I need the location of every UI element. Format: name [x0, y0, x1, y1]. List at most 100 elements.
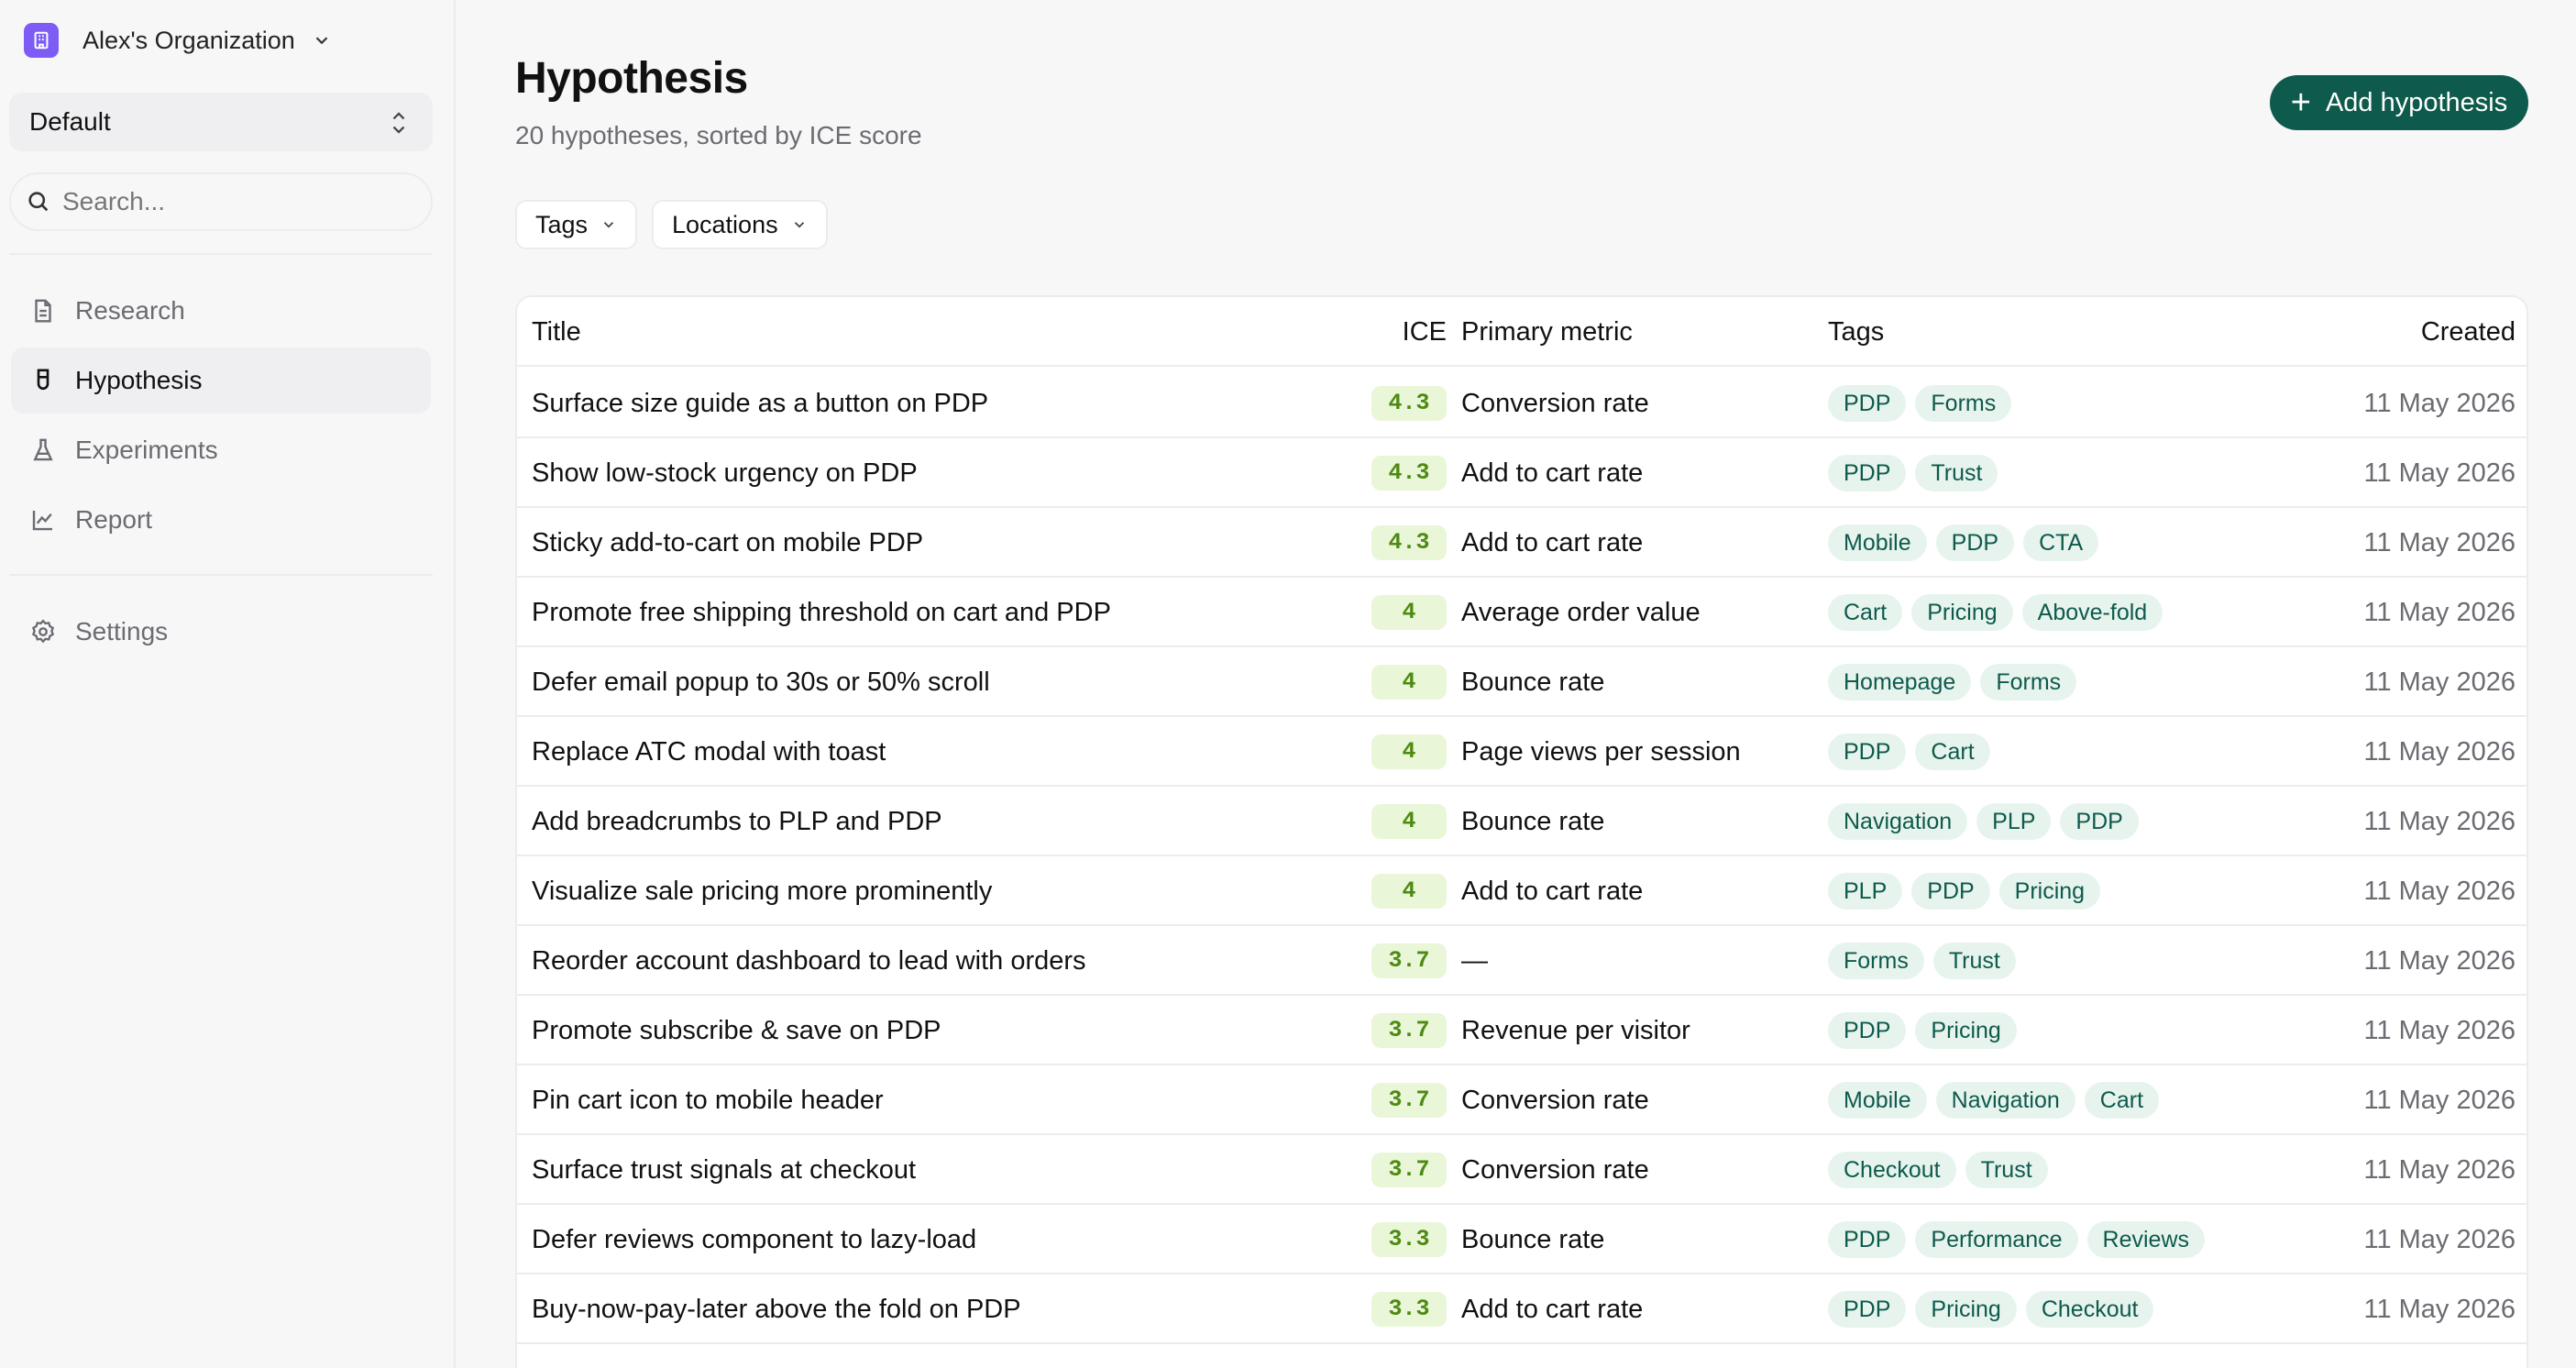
divider: [9, 574, 433, 576]
tag-pill[interactable]: CTA: [2023, 524, 2099, 561]
table-row[interactable]: Add breadcrumbs to PLP and PDP 4 Bounce ra…: [517, 787, 2526, 856]
ice-cell: 3.3: [1355, 1274, 1447, 1344]
row-created-date: 11 May 2026: [2363, 876, 2515, 906]
row-title: Surface trust signals at checkout: [532, 1154, 917, 1185]
table-row[interactable]: Surface trust signals at checkout 3.7 Conv…: [517, 1135, 2526, 1205]
table-row[interactable]: Defer reviews component to lazy-load 3.3 B…: [517, 1205, 2526, 1274]
tags-filter[interactable]: Tags: [515, 200, 638, 249]
table-row[interactable]: Buy-now-pay-later above the fold on PDP 3…: [517, 1274, 2526, 1344]
row-tags: PDP Pricing Checkout: [1828, 1274, 2163, 1344]
tag-pill[interactable]: Navigation: [1828, 803, 1968, 840]
tag-pill[interactable]: Forms: [1828, 943, 1924, 979]
tag-pill[interactable]: PLP: [1976, 803, 2052, 840]
row-tags: PLP PDP Pricing: [1828, 856, 2109, 926]
table-header: Title ICE Primary metric Tags Created: [517, 297, 2526, 367]
table-row[interactable]: Replace ATC modal with toast 4 Page views …: [517, 717, 2526, 787]
ice-score-badge: 3.7: [1371, 943, 1447, 978]
table-row[interactable]: Show low-stock urgency on PDP 4.3 Add to c…: [517, 438, 2526, 508]
tag-pill[interactable]: Pricing: [1911, 594, 2013, 631]
column-header-title[interactable]: Title: [532, 297, 581, 367]
table-row[interactable]: Sticky add-to-cart on mobile PDP 4.3 Add t…: [517, 508, 2526, 578]
tag-pill[interactable]: Performance: [1915, 1221, 2078, 1258]
ice-cell: 4: [1355, 647, 1447, 717]
tag-pill[interactable]: Above-fold: [2021, 594, 2163, 631]
add-hypothesis-label: Add hypothesis: [2325, 87, 2508, 117]
tag-pill[interactable]: Homepage: [1828, 664, 1972, 701]
tag-pill[interactable]: PDP: [1828, 385, 1907, 422]
column-header-tags[interactable]: Tags: [1828, 297, 1884, 367]
hypothesis-table: Title ICE Primary metric Tags Created Su…: [515, 295, 2528, 1368]
tag-pill[interactable]: Checkout: [1828, 1152, 1956, 1188]
locations-filter[interactable]: Locations: [652, 200, 828, 249]
tag-pill[interactable]: Checkout: [2025, 1291, 2154, 1328]
ice-score-badge: 4.3: [1371, 525, 1447, 560]
tag-pill[interactable]: PDP: [1828, 1012, 1907, 1049]
nav-item-research[interactable]: Research: [11, 278, 431, 344]
row-primary-metric: Conversion rate: [1461, 388, 1649, 418]
tag-pill[interactable]: Pricing: [1915, 1012, 2017, 1049]
row-primary-metric: Bounce rate: [1461, 667, 1605, 697]
tag-pill[interactable]: PDP: [1828, 734, 1907, 770]
row-created-date: 11 May 2026: [2363, 1224, 2515, 1254]
table-row[interactable]: Surface size guide as a button on PDP 4.3…: [517, 369, 2526, 438]
nav-item-experiments[interactable]: Experiments: [11, 417, 431, 483]
tag-pill[interactable]: PDP: [1828, 455, 1907, 491]
tag-pill[interactable]: Cart: [1915, 734, 1990, 770]
org-switcher[interactable]: Alex's Organization: [24, 20, 332, 61]
tag-pill[interactable]: Mobile: [1828, 524, 1927, 561]
row-tags: PDP Trust: [1828, 438, 2007, 508]
ice-cell: 4.3: [1355, 438, 1447, 508]
tag-pill[interactable]: Cart: [2084, 1082, 2160, 1119]
tag-pill[interactable]: PDP: [1911, 873, 1990, 910]
ice-score-badge: 3.3: [1371, 1222, 1447, 1257]
row-primary-metric: Bounce rate: [1461, 806, 1605, 836]
tag-pill[interactable]: Mobile: [1828, 1082, 1927, 1119]
tag-pill[interactable]: Pricing: [1915, 1291, 2017, 1328]
tag-pill[interactable]: PDP: [1828, 1291, 1907, 1328]
tag-pill[interactable]: PDP: [2060, 803, 2139, 840]
tag-pill[interactable]: Reviews: [2086, 1221, 2206, 1258]
tag-pill[interactable]: Cart: [1828, 594, 1903, 631]
row-primary-metric: Add to cart rate: [1461, 876, 1644, 906]
row-created-date: 11 May 2026: [2363, 527, 2515, 557]
row-tags: Homepage Forms: [1828, 647, 2086, 717]
locations-filter-label: Locations: [672, 210, 778, 238]
column-header-created[interactable]: Created: [2259, 297, 2515, 367]
row-primary-metric: Add to cart rate: [1461, 458, 1644, 488]
nav-item-hypothesis[interactable]: Hypothesis: [11, 348, 431, 414]
add-hypothesis-button[interactable]: + Add hypothesis: [2270, 75, 2528, 130]
table-row[interactable]: Defer email popup to 30s or 50% scroll 4 B…: [517, 647, 2526, 717]
column-header-ice[interactable]: ICE: [1342, 297, 1447, 367]
table-row[interactable]: Pin cart icon to mobile header 3.7 Convers…: [517, 1065, 2526, 1135]
tag-pill[interactable]: PDP: [1935, 524, 2015, 561]
nav-item-report[interactable]: Report: [11, 487, 431, 553]
column-header-metric[interactable]: Primary metric: [1461, 297, 1633, 367]
main-content: Hypothesis 20 hypotheses, sorted by ICE …: [456, 0, 2576, 1368]
row-title: Add breadcrumbs to PLP and PDP: [532, 806, 942, 836]
tag-pill[interactable]: Trust: [1932, 943, 2016, 979]
tag-pill[interactable]: Trust: [1915, 455, 1998, 491]
tag-pill[interactable]: PDP: [1828, 1221, 1907, 1258]
table-row[interactable]: Visualize sale pricing more prominently 4…: [517, 856, 2526, 926]
row-primary-metric: —: [1461, 945, 1488, 976]
search-box[interactable]: [9, 172, 433, 231]
tags-filter-label: Tags: [535, 210, 589, 238]
tag-pill[interactable]: Trust: [1965, 1152, 2048, 1188]
table-row[interactable]: Promote subscribe & save on PDP 3.7 Revenu…: [517, 996, 2526, 1065]
search-input[interactable]: [62, 187, 411, 216]
nav-item-settings[interactable]: Settings: [11, 599, 431, 665]
line-chart-icon: [32, 511, 52, 531]
workspace-select[interactable]: Default: [9, 93, 433, 151]
tag-pill[interactable]: Forms: [1915, 385, 2012, 422]
tag-pill[interactable]: Forms: [1980, 664, 2077, 701]
table-row[interactable]: Promote free shipping threshold on cart …: [517, 578, 2526, 647]
row-created-date: 11 May 2026: [2363, 1154, 2515, 1185]
row-title: Visualize sale pricing more prominently: [532, 876, 993, 906]
row-title: Defer reviews component to lazy-load: [532, 1224, 977, 1254]
tag-pill[interactable]: Navigation: [1935, 1082, 2075, 1119]
chevron-up-down-icon: [392, 112, 405, 134]
tag-pill[interactable]: Pricing: [1998, 873, 2101, 910]
plus-icon: +: [2290, 83, 2311, 122]
tag-pill[interactable]: PLP: [1828, 873, 1903, 910]
table-row[interactable]: Reorder account dashboard to lead with o…: [517, 926, 2526, 996]
